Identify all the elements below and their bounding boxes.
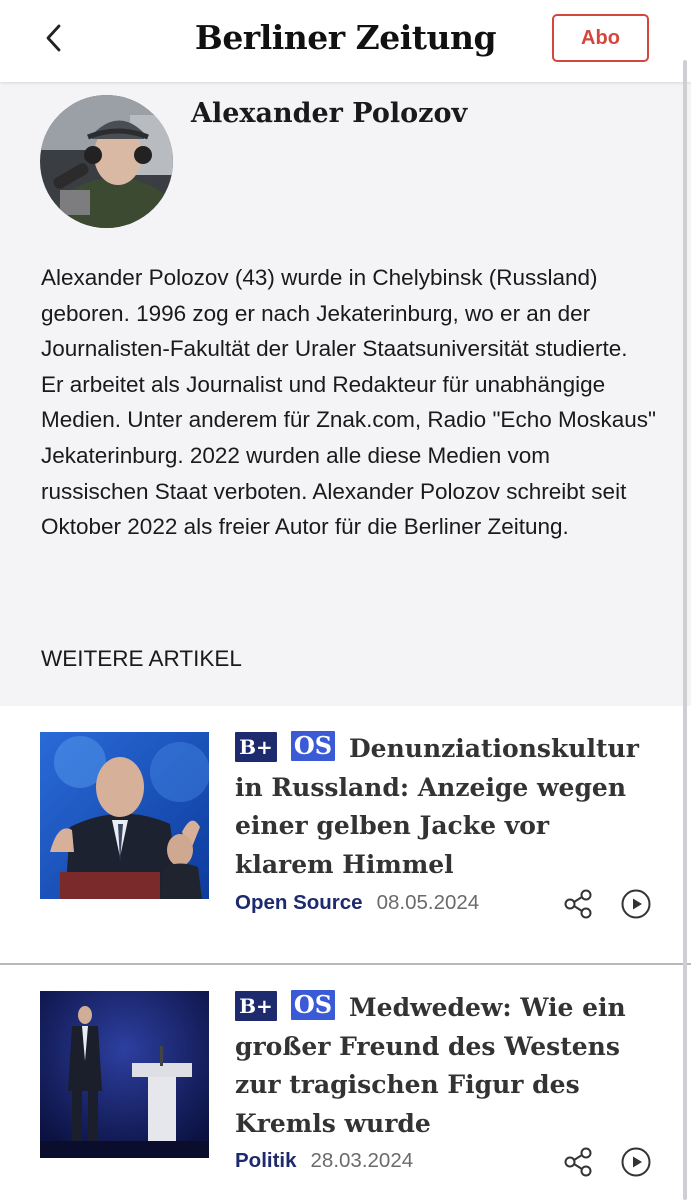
bplus-badge: B+: [235, 732, 277, 762]
more-articles-heading: WEITERE ARTIKEL: [41, 646, 242, 671]
share-button[interactable]: [560, 886, 596, 922]
share-icon: [564, 1147, 592, 1177]
author-bio: Alexander Polozov (43) wurde in Chelybin…: [41, 265, 656, 540]
article-thumbnail[interactable]: [40, 732, 209, 899]
share-icon: [564, 889, 592, 919]
listen-button[interactable]: [618, 886, 654, 922]
article-meta: Open Source 08.05.2024: [235, 888, 479, 918]
bplus-badge: B+: [235, 991, 277, 1021]
article-meta: Politik 28.03.2024: [235, 1146, 413, 1176]
scrollbar[interactable]: [683, 60, 687, 1200]
play-circle-icon: [621, 1147, 651, 1177]
subscribe-button[interactable]: Abo: [552, 14, 649, 62]
article-date: 08.05.2024: [376, 891, 480, 914]
share-button[interactable]: [560, 1144, 596, 1180]
play-circle-icon: [621, 889, 651, 919]
listen-button[interactable]: [618, 1144, 654, 1180]
article-card[interactable]: B+ OS Medwedew: Wie ein großer Freund des …: [0, 965, 691, 1200]
open-source-badge: OS: [291, 990, 335, 1020]
author-avatar: [40, 95, 173, 228]
article-category[interactable]: Politik: [235, 1149, 297, 1172]
article-title[interactable]: B+ OS Denunziationskultur in Russland: Anz…: [235, 730, 655, 884]
article-category[interactable]: Open Source: [235, 891, 363, 914]
article-title[interactable]: B+ OS Medwedew: Wie ein großer Freund des …: [235, 989, 655, 1143]
top-app-bar: Berliner Zeitung Abo: [0, 0, 691, 82]
open-source-badge: OS: [291, 731, 335, 761]
author-profile: Alexander Polozov Alexander Polozov (43)…: [0, 82, 691, 706]
article-date: 28.03.2024: [310, 1149, 414, 1172]
article-thumbnail[interactable]: [40, 991, 209, 1158]
article-card[interactable]: B+ OS Denunziationskultur in Russland: Anz…: [0, 706, 691, 964]
author-name: Alexander Polozov: [191, 98, 468, 129]
